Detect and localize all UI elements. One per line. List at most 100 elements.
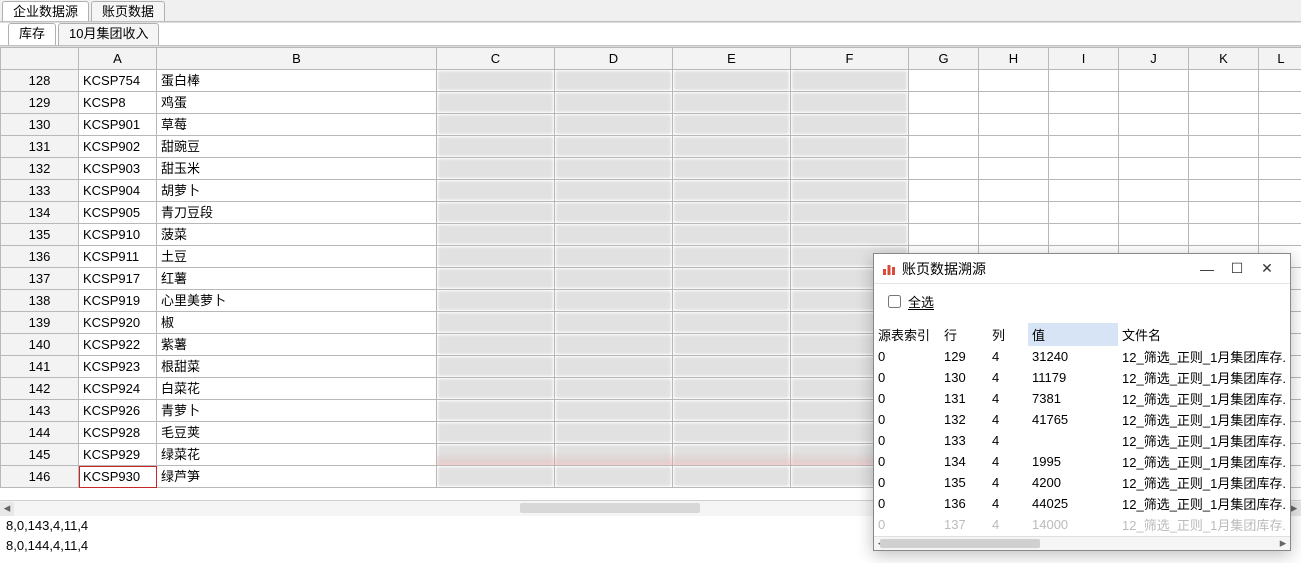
cell[interactable] [1259, 114, 1301, 136]
cell-redacted[interactable] [555, 180, 673, 202]
cell-redacted[interactable] [791, 114, 909, 136]
cell-redacted[interactable] [673, 356, 791, 378]
cell-redacted[interactable] [437, 136, 555, 158]
cell-redacted[interactable] [673, 70, 791, 92]
cell-redacted[interactable] [437, 246, 555, 268]
table-row[interactable]: 129KCSP8鸡蛋 [1, 92, 1301, 114]
trace-row[interactable]: 01354420012_筛选_正则_1月集团库存. [874, 472, 1290, 493]
cell-redacted[interactable] [791, 136, 909, 158]
cell-redacted[interactable] [555, 70, 673, 92]
cell[interactable] [979, 180, 1049, 202]
row-header[interactable]: 131 [1, 136, 79, 158]
th-value[interactable]: 值 [1028, 323, 1118, 346]
cell-redacted[interactable] [555, 378, 673, 400]
cell[interactable]: 紫薯 [157, 334, 437, 356]
cell-redacted[interactable] [673, 334, 791, 356]
cell[interactable] [979, 202, 1049, 224]
cell[interactable]: KCSP8 [79, 92, 157, 114]
cell-redacted[interactable] [437, 268, 555, 290]
col-header[interactable]: I [1049, 48, 1119, 70]
cell[interactable] [909, 202, 979, 224]
cell-redacted[interactable] [437, 70, 555, 92]
cell-redacted[interactable] [555, 356, 673, 378]
tab-ledger-data[interactable]: 账页数据 [91, 1, 165, 21]
cell-redacted[interactable] [555, 400, 673, 422]
cell[interactable]: KCSP904 [79, 180, 157, 202]
dialog-horizontal-scrollbar[interactable]: ◂ ▸ [874, 536, 1290, 550]
cell[interactable]: KCSP919 [79, 290, 157, 312]
trace-row[interactable]: 01314738112_筛选_正则_1月集团库存. [874, 388, 1290, 409]
cell-redacted[interactable] [437, 378, 555, 400]
cell[interactable]: 青萝卜 [157, 400, 437, 422]
cell-redacted[interactable] [555, 290, 673, 312]
cell-redacted[interactable] [555, 312, 673, 334]
col-header[interactable]: D [555, 48, 673, 70]
table-row[interactable]: 131KCSP902甜豌豆 [1, 136, 1301, 158]
th-src-index[interactable]: 源表索引 [874, 323, 940, 346]
cell[interactable] [1259, 136, 1301, 158]
cell-redacted[interactable] [791, 70, 909, 92]
cell[interactable] [1049, 224, 1119, 246]
cell[interactable]: 胡萝卜 [157, 180, 437, 202]
col-header[interactable]: L [1259, 48, 1301, 70]
cell-redacted[interactable] [555, 422, 673, 444]
scrollbar-thumb[interactable] [880, 539, 1040, 548]
cell[interactable]: KCSP920 [79, 312, 157, 334]
cell-redacted[interactable] [555, 246, 673, 268]
trace-row[interactable]: 01344199512_筛选_正则_1月集团库存. [874, 451, 1290, 472]
cell[interactable] [1049, 202, 1119, 224]
cell[interactable] [909, 158, 979, 180]
cell[interactable] [1189, 114, 1259, 136]
row-header[interactable]: 139 [1, 312, 79, 334]
cell-redacted[interactable] [555, 114, 673, 136]
col-header[interactable]: K [1189, 48, 1259, 70]
cell[interactable]: KCSP924 [79, 378, 157, 400]
cell[interactable]: KCSP901 [79, 114, 157, 136]
cell[interactable]: KCSP923 [79, 356, 157, 378]
sheet-tab-inventory[interactable]: 库存 [8, 23, 56, 45]
cell[interactable] [909, 136, 979, 158]
cell[interactable] [1259, 202, 1301, 224]
cell-redacted[interactable] [437, 444, 555, 466]
cell-redacted[interactable] [555, 224, 673, 246]
row-header[interactable]: 143 [1, 400, 79, 422]
cell-redacted[interactable] [673, 136, 791, 158]
close-button[interactable]: ✕ [1252, 260, 1282, 277]
cell[interactable]: 心里美萝卜 [157, 290, 437, 312]
cell-redacted[interactable] [437, 312, 555, 334]
cell-redacted[interactable] [437, 224, 555, 246]
cell-redacted[interactable] [673, 180, 791, 202]
cell[interactable]: KCSP754 [79, 70, 157, 92]
cell[interactable]: 青刀豆段 [157, 202, 437, 224]
minimize-button[interactable]: — [1192, 261, 1222, 277]
cell-redacted[interactable] [437, 356, 555, 378]
table-row[interactable]: 134KCSP905青刀豆段 [1, 202, 1301, 224]
row-header[interactable]: 134 [1, 202, 79, 224]
cell[interactable] [979, 114, 1049, 136]
cell-redacted[interactable] [673, 444, 791, 466]
row-header[interactable]: 128 [1, 70, 79, 92]
trace-table[interactable]: 源表索引 行 列 值 文件名 012943124012_筛选_正则_1月集团库存… [874, 323, 1290, 535]
cell[interactable] [1049, 92, 1119, 114]
cell[interactable] [979, 136, 1049, 158]
cell-redacted[interactable] [673, 312, 791, 334]
cell-redacted[interactable] [673, 400, 791, 422]
cell[interactable]: 根甜菜 [157, 356, 437, 378]
cell[interactable] [1119, 114, 1189, 136]
cell-redacted[interactable] [673, 378, 791, 400]
cell-redacted[interactable] [555, 136, 673, 158]
cell-redacted[interactable] [673, 290, 791, 312]
cell-redacted[interactable] [791, 158, 909, 180]
row-header[interactable]: 132 [1, 158, 79, 180]
cell[interactable] [1189, 70, 1259, 92]
trace-row[interactable]: 013644402512_筛选_正则_1月集团库存. [874, 493, 1290, 514]
cell-redacted[interactable] [437, 158, 555, 180]
table-row[interactable]: 130KCSP901草莓 [1, 114, 1301, 136]
cell[interactable] [979, 224, 1049, 246]
cell-redacted[interactable] [673, 202, 791, 224]
row-header[interactable]: 138 [1, 290, 79, 312]
cell-redacted[interactable] [673, 466, 791, 488]
cell[interactable] [1189, 92, 1259, 114]
row-header[interactable]: 141 [1, 356, 79, 378]
cell[interactable] [979, 158, 1049, 180]
